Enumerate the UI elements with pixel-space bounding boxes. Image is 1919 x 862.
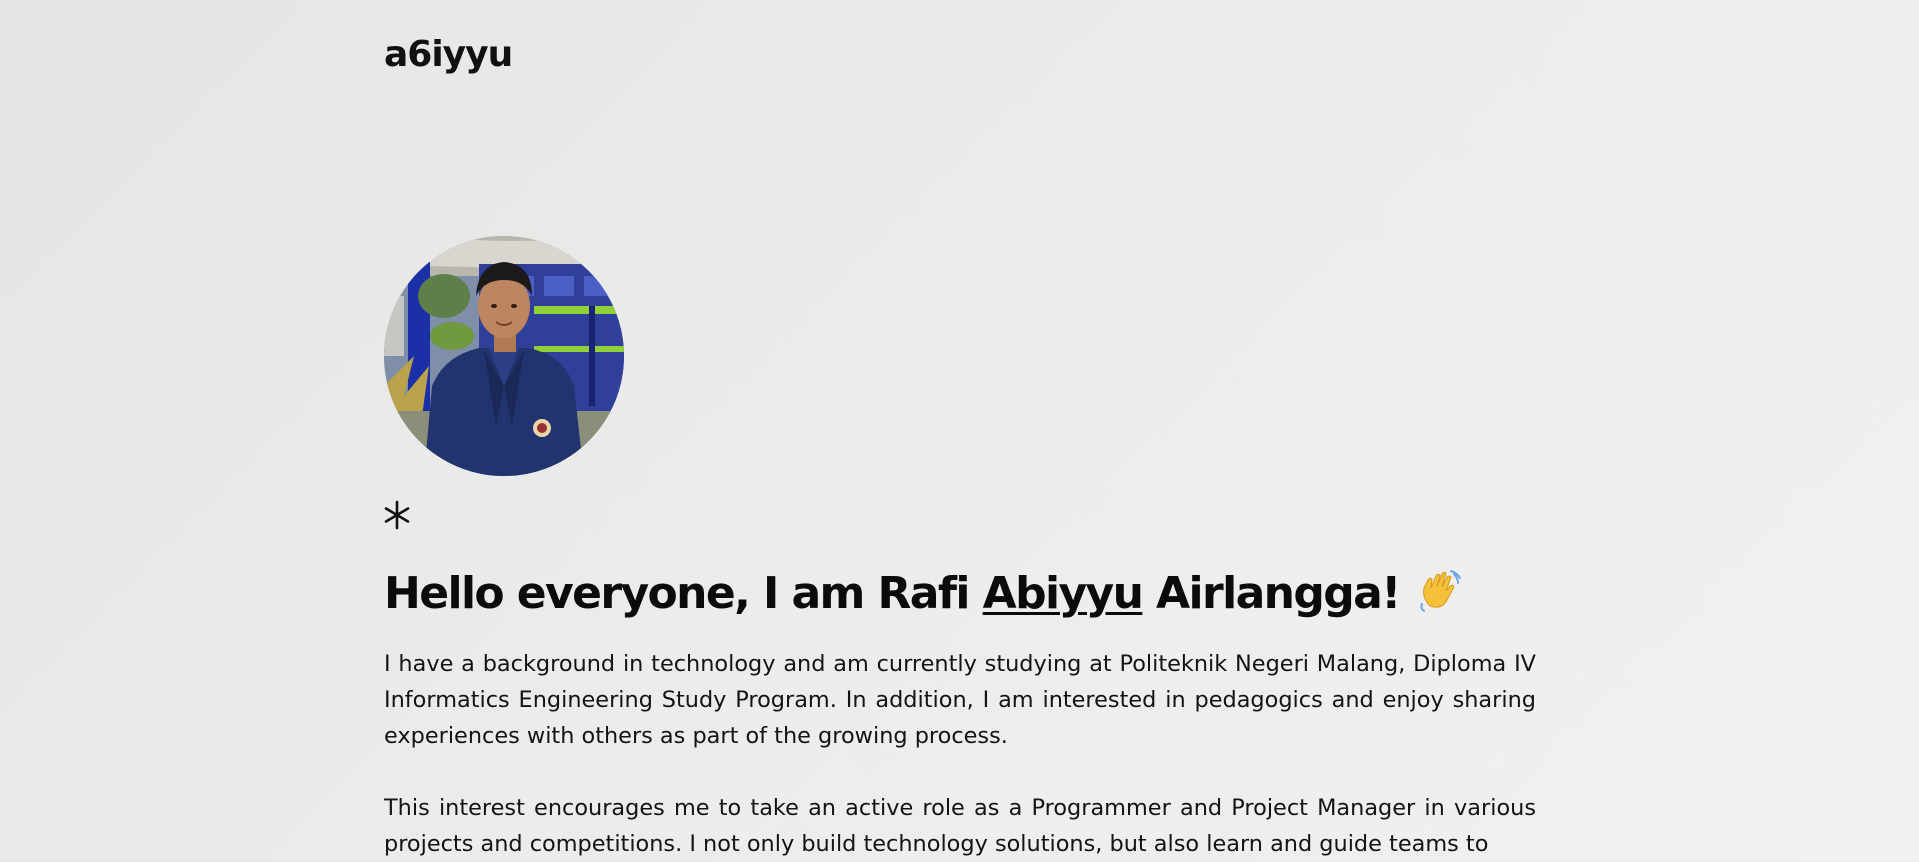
headline-underlined-name: Abiyyu xyxy=(982,568,1144,619)
site-logo[interactable]: a6iyyu xyxy=(384,34,513,75)
waving-hand-icon xyxy=(1416,568,1462,628)
page-title: Hello everyone, I am Rafi Abiyyu Airlang… xyxy=(384,566,1462,628)
headline-text-start: Hello everyone, I am Rafi xyxy=(384,568,983,619)
avatar xyxy=(384,236,624,476)
intro-paragraph-1: I have a background in technology and am… xyxy=(384,651,1536,749)
asterisk-icon xyxy=(384,500,410,530)
intro-paragraph-2: This interest encourages me to take an a… xyxy=(384,795,1536,857)
headline-text-end: Airlangga! xyxy=(1142,568,1401,619)
